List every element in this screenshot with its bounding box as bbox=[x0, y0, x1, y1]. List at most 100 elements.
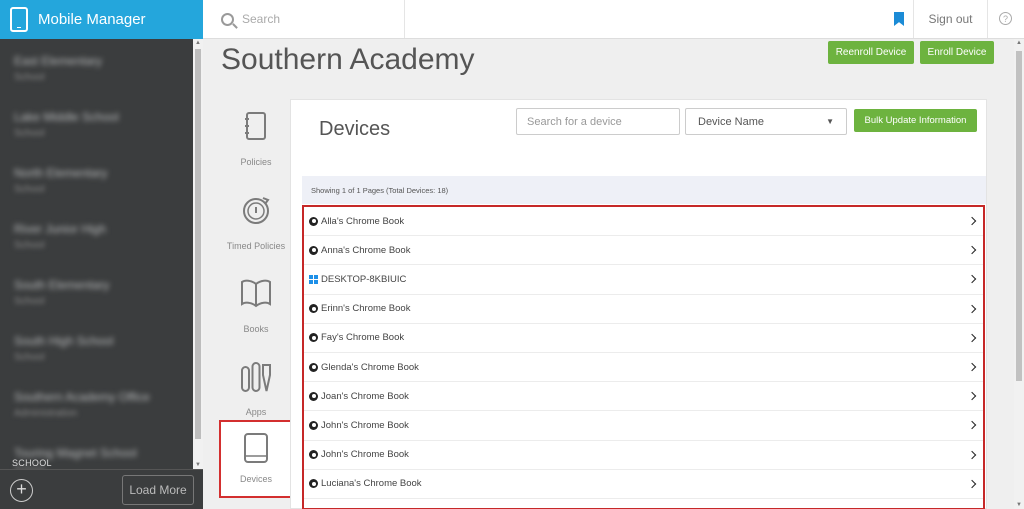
chrome-icon bbox=[309, 420, 318, 430]
device-row[interactable]: Glenda's Chrome Book bbox=[304, 353, 983, 383]
chrome-icon bbox=[309, 304, 318, 314]
school-name: River Junior High bbox=[14, 222, 107, 236]
bulk-update-button[interactable]: Bulk Update Information bbox=[854, 109, 977, 132]
device-search-input[interactable]: Search for a device bbox=[516, 108, 680, 135]
school-name: East Elementary bbox=[14, 54, 103, 68]
chevron-right-icon[interactable] bbox=[967, 391, 977, 401]
chrome-icon bbox=[309, 333, 318, 343]
page-title: Southern Academy bbox=[221, 43, 475, 76]
devices-title: Devices bbox=[319, 118, 391, 140]
page-scroll-thumb[interactable] bbox=[1016, 51, 1022, 381]
chevron-right-icon[interactable] bbox=[967, 275, 977, 284]
chrome-icon bbox=[309, 391, 318, 401]
reenroll-device-button[interactable]: Reenroll Device bbox=[828, 41, 914, 64]
nav-books-label: Books bbox=[243, 324, 269, 334]
sidebar-school-item[interactable]: Lake Middle School School bbox=[0, 95, 193, 151]
app-title: Mobile Manager bbox=[38, 11, 146, 28]
page-scroll-down-icon[interactable]: ▼ bbox=[1016, 502, 1022, 508]
scroll-up-icon[interactable]: ▲ bbox=[195, 40, 201, 46]
sidebar-school-item[interactable]: East Elementary School bbox=[0, 39, 193, 95]
sidebar-school-item[interactable]: South High School School bbox=[0, 319, 193, 375]
chevron-right-icon[interactable] bbox=[967, 479, 977, 489]
search-icon bbox=[221, 12, 234, 26]
sidebar-school-item[interactable]: Southern Academy Office Administration bbox=[0, 375, 193, 431]
main-area: Southern Academy Reenroll Device Enroll … bbox=[203, 39, 1014, 509]
nav-policies[interactable]: Policies bbox=[219, 101, 293, 179]
chevron-right-icon[interactable] bbox=[967, 362, 977, 372]
school-subtitle: School bbox=[14, 352, 45, 363]
device-row[interactable]: Anna's Chrome Book bbox=[304, 236, 983, 266]
school-subtitle: School bbox=[14, 128, 45, 139]
sidebar-scroll-thumb[interactable] bbox=[195, 49, 201, 439]
device-name: Luciana's Chrome Book bbox=[321, 478, 422, 490]
sidebar-scrollbar[interactable]: ▲ ▼ bbox=[193, 39, 203, 469]
chevron-right-icon[interactable] bbox=[967, 304, 977, 313]
device-row[interactable]: Luciana's Chrome Book bbox=[304, 470, 983, 499]
help-icon[interactable]: ? bbox=[999, 12, 1012, 25]
tablet-icon bbox=[10, 7, 28, 32]
brand-header: Mobile Manager bbox=[0, 0, 203, 39]
sidebar-footer: + Load More bbox=[0, 469, 203, 509]
page-scroll-up-icon[interactable]: ▲ bbox=[1016, 40, 1022, 46]
chevron-right-icon[interactable] bbox=[967, 216, 977, 226]
device-row[interactable]: Maria's Chrome Book bbox=[304, 499, 983, 508]
device-name: Anna's Chrome Book bbox=[321, 244, 411, 256]
scroll-down-icon[interactable]: ▼ bbox=[195, 462, 201, 468]
windows-icon bbox=[309, 274, 318, 284]
device-name: DESKTOP-8KBIUIC bbox=[321, 273, 407, 285]
chrome-icon bbox=[309, 245, 318, 255]
chevron-right-icon[interactable] bbox=[967, 421, 977, 430]
device-row[interactable]: DESKTOP-8KBIUIC bbox=[304, 265, 983, 295]
school-subtitle: School bbox=[14, 184, 45, 195]
school-list: East Elementary School Lake Middle School S… bbox=[0, 39, 193, 469]
device-list: Alla's Chrome Book Anna's Chrome Book DESK… bbox=[302, 205, 985, 509]
school-name: Southern Academy Office bbox=[14, 390, 150, 404]
device-name: Erinn's Chrome Book bbox=[321, 303, 411, 315]
nav-books[interactable]: Books bbox=[219, 268, 293, 346]
nav-apps-label: Apps bbox=[245, 407, 267, 417]
chevron-right-icon[interactable] bbox=[967, 333, 977, 343]
nav-devices[interactable]: Devices bbox=[219, 420, 293, 498]
device-name: John's Chrome Book bbox=[321, 449, 409, 461]
chrome-icon bbox=[309, 450, 318, 460]
school-name: Lake Middle School bbox=[14, 110, 119, 124]
sign-out-link[interactable]: Sign out bbox=[913, 0, 988, 38]
nav-devices-label: Devices bbox=[239, 474, 272, 484]
pagination-summary: Showing 1 of 1 Pages (Total Devices: 18) bbox=[302, 176, 986, 204]
device-name: Fay's Chrome Book bbox=[321, 332, 405, 344]
sort-by-value: Device Name bbox=[698, 115, 765, 128]
bookmark-icon[interactable] bbox=[894, 12, 904, 26]
device-row[interactable]: Erinn's Chrome Book bbox=[304, 295, 983, 324]
add-school-button[interactable]: + bbox=[10, 479, 33, 502]
sidebar-school-item[interactable]: North Elementary School bbox=[0, 151, 193, 207]
page-scrollbar[interactable]: ▲ ▼ bbox=[1014, 39, 1024, 509]
nav-apps[interactable]: Apps bbox=[219, 351, 293, 429]
device-row[interactable]: Fay's Chrome Book bbox=[304, 324, 983, 353]
sidebar-school-item[interactable]: South Elementary School bbox=[0, 263, 193, 319]
device-name: Joan's Chrome Book bbox=[321, 390, 409, 402]
sidebar-school-item[interactable]: River Junior High School bbox=[0, 207, 193, 263]
device-name: Glenda's Chrome Book bbox=[321, 361, 419, 373]
device-row[interactable]: Alla's Chrome Book bbox=[304, 207, 983, 237]
dropdown-caret-icon: ▼ bbox=[826, 117, 834, 126]
top-bar: Search Sign out ? bbox=[203, 0, 1024, 39]
device-row[interactable]: John's Chrome Book bbox=[304, 411, 983, 441]
device-row[interactable]: John's Chrome Book bbox=[304, 441, 983, 470]
tablet-device-icon bbox=[244, 433, 268, 463]
partial-school-label: SCHOOL bbox=[12, 458, 52, 468]
chrome-icon bbox=[309, 216, 318, 226]
sort-by-select[interactable]: Device Name ▼ bbox=[685, 108, 847, 135]
global-search-placeholder: Search bbox=[242, 12, 281, 26]
school-subtitle: School bbox=[14, 240, 45, 251]
chevron-right-icon[interactable] bbox=[967, 450, 977, 459]
device-row[interactable]: Joan's Chrome Book bbox=[304, 382, 983, 412]
enroll-device-button[interactable]: Enroll Device bbox=[920, 41, 994, 64]
nav-timed-policies[interactable]: Timed Policies bbox=[219, 185, 293, 263]
book-icon bbox=[241, 279, 271, 308]
load-more-button[interactable]: Load More bbox=[122, 475, 194, 505]
notebook-icon bbox=[245, 112, 266, 140]
apps-tools-icon bbox=[241, 362, 271, 392]
global-search[interactable]: Search bbox=[203, 0, 405, 38]
chevron-right-icon[interactable] bbox=[967, 246, 977, 255]
school-subtitle: School bbox=[14, 296, 45, 307]
